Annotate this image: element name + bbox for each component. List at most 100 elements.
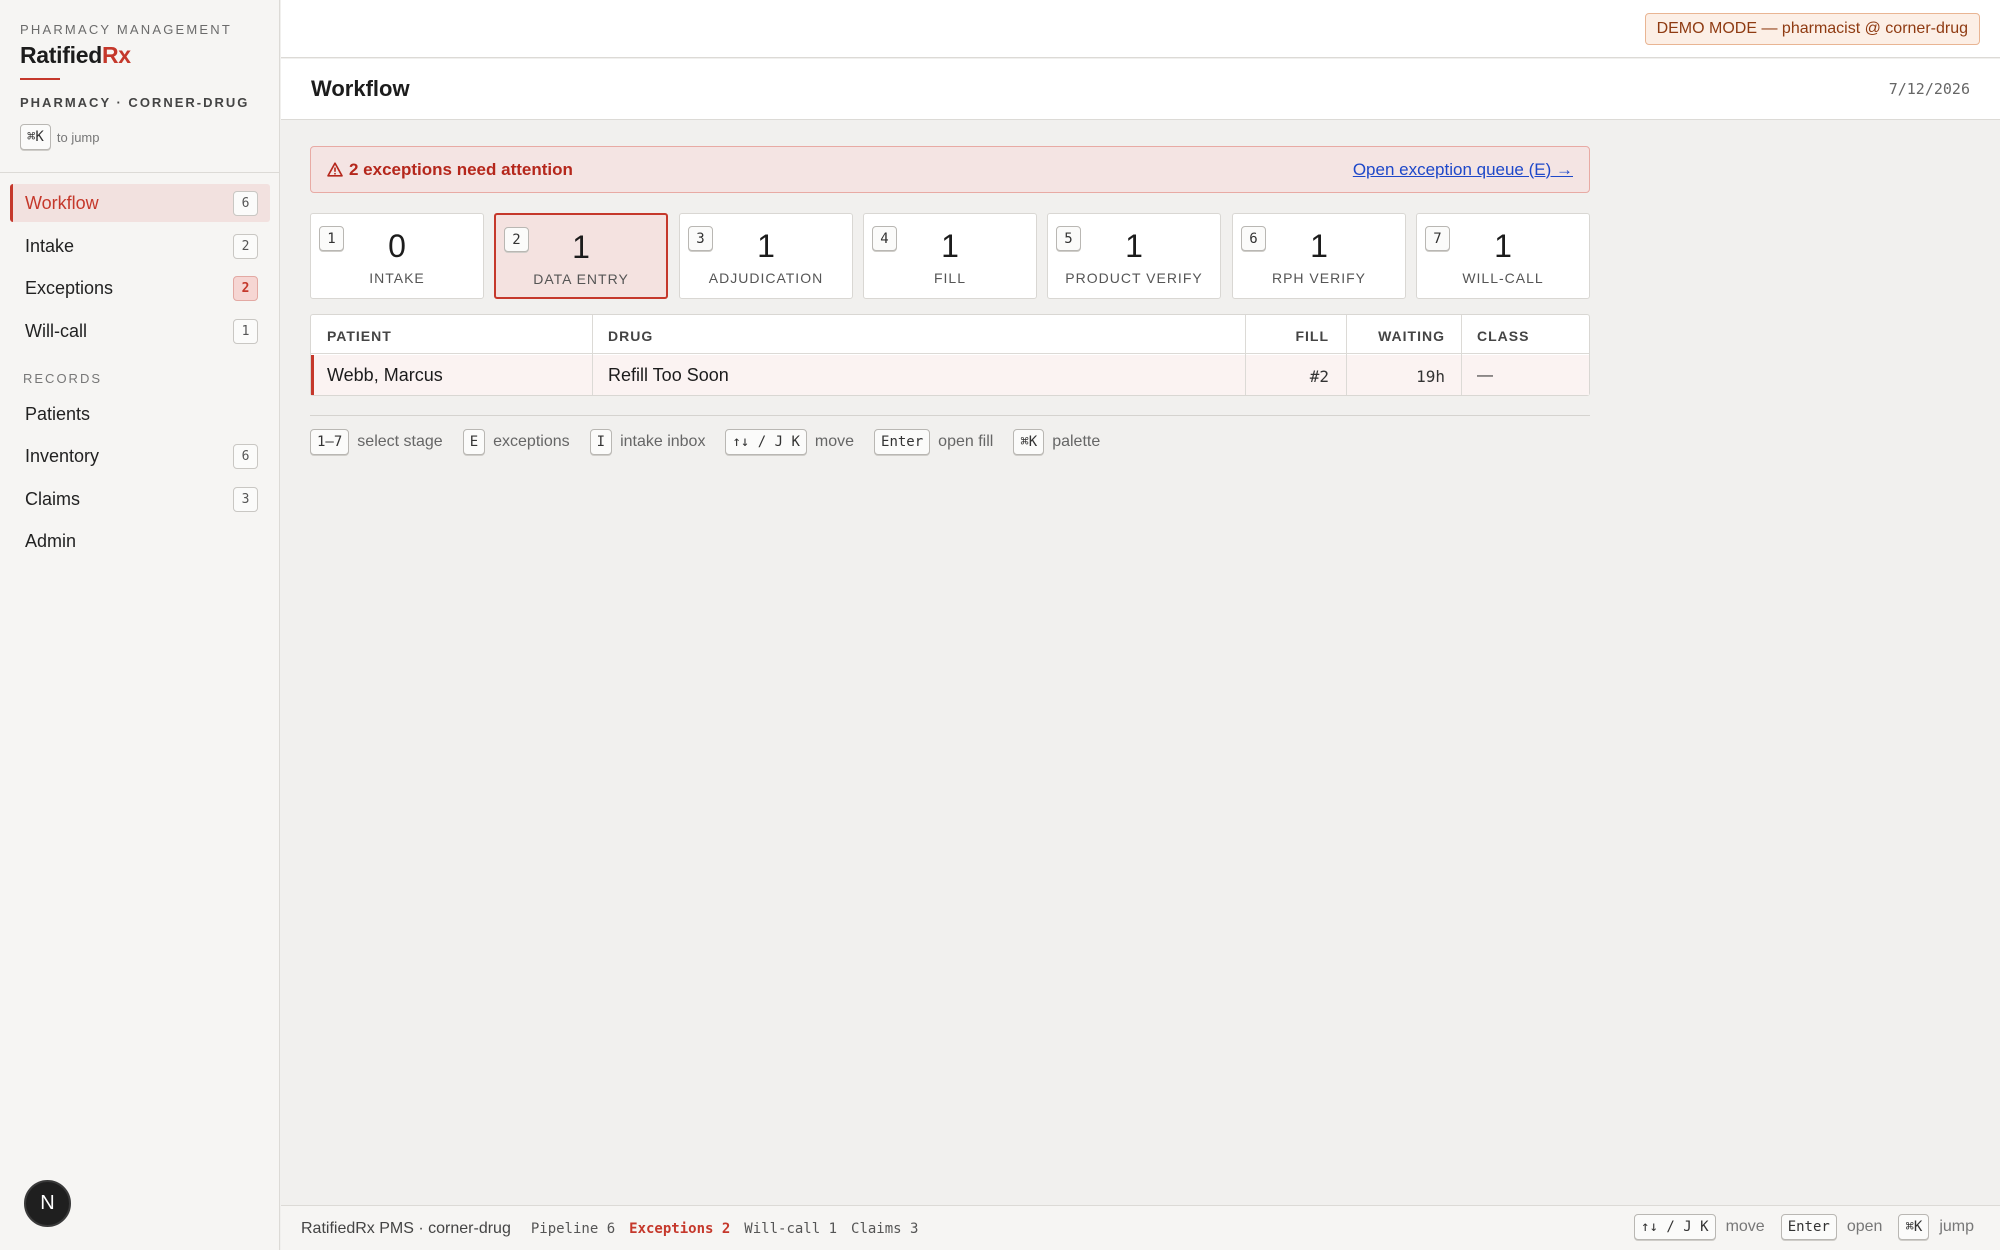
stage-card-product-verify[interactable]: 5 1 PRODUCT VERIFY [1047,213,1221,299]
brand-name-accent: Rx [101,42,131,68]
sidebar-item-claims[interactable]: Claims 3 [10,480,270,518]
page-title: Workflow [311,76,410,101]
sidebar-item-count: 6 [233,190,258,216]
stage-count: 1 [1125,228,1143,264]
stage-count: 1 [1310,228,1328,264]
hint-exceptions: E exceptions [462,429,570,455]
column-divider [1461,315,1462,395]
sidebar-item-will-call[interactable]: Will-call 1 [10,312,270,350]
column-header-patient[interactable]: PATIENT [327,328,392,344]
jump-hint: ⌘K to jump [20,124,100,150]
status-claims[interactable]: Claims 3 [851,1221,918,1237]
sidebar-item-label: Claims [25,488,81,509]
content-divider [310,415,1590,416]
status-hint-text: move [1725,1218,1765,1235]
hint-text: palette [1052,433,1101,450]
status-hint-key: Enter [1780,1214,1837,1240]
status-counters: Pipeline 6 Exceptions 2 Will-call 1 Clai… [531,1221,919,1237]
brand-logo[interactable]: RatifiedRx [20,42,131,69]
jump-hint-text: to jump [56,129,100,145]
status-will-call[interactable]: Will-call 1 [744,1221,837,1237]
sidebar-item-count: 1 [233,318,258,344]
stage-count: 0 [388,228,406,264]
page-date: 7/12/2026 [1888,80,1970,98]
records-section-label: RECORDS [23,371,103,386]
column-header-waiting[interactable]: WAITING [1378,328,1445,344]
stage-card-rph-verify[interactable]: 6 1 RPH VERIFY [1232,213,1406,299]
sidebar-item-count: 6 [233,443,258,469]
status-pipeline[interactable]: Pipeline 6 [531,1221,615,1237]
alert-message: 2 exceptions need attention [349,159,573,179]
hint-select-stage: 1–7 select stage [310,429,443,455]
hint-text: exceptions [493,433,570,450]
column-divider [1346,315,1347,395]
status-exceptions[interactable]: Exceptions 2 [629,1221,730,1237]
hint-text: intake inbox [620,433,706,450]
status-app-name: RatifiedRx PMS · corner-drug [301,1220,511,1237]
sidebar-item-exceptions[interactable]: Exceptions 2 [10,269,270,307]
sidebar-item-workflow[interactable]: Workflow 6 [10,184,270,222]
stage-count: 1 [941,228,959,264]
sidebar-item-admin[interactable]: Admin [10,522,270,560]
column-header-fill[interactable]: FILL [1295,328,1329,344]
status-left: RatifiedRx PMS · corner-drug Pipeline 6 … [301,1220,918,1238]
jump-key[interactable]: ⌘K [20,124,51,150]
stage-label: FILL [933,270,966,286]
status-hints: ↑↓ / J K move Enter open ⌘K jump [1634,1214,1980,1240]
open-exception-queue-link[interactable]: Open exception queue (E) → [1353,160,1573,180]
sidebar-item-count: 3 [233,486,258,512]
brand-divider [20,78,60,80]
sidebar-item-label: Will-call [25,320,87,341]
column-divider [1245,315,1246,395]
hint-text: select stage [357,433,443,450]
sidebar-item-patients[interactable]: Patients [10,395,270,433]
status-bar: RatifiedRx PMS · corner-drug Pipeline 6 … [281,1205,2000,1250]
hint-text: move [814,433,855,450]
demo-mode-badge: DEMO MODE — pharmacist @ corner-drug [1644,13,1980,45]
stage-card-fill[interactable]: 4 1 FILL [863,213,1037,299]
hint-key: 1–7 [310,429,350,455]
user-avatar[interactable]: N [24,1180,71,1227]
hint-key: I [589,429,613,455]
cell-drug: Refill Too Soon [608,365,729,385]
status-hint-key: ⌘K [1898,1214,1930,1240]
stage-count: 1 [572,229,590,265]
column-header-drug[interactable]: DRUG [608,328,653,344]
stage-card-intake[interactable]: 1 0 INTAKE [310,213,484,299]
stage-count: 1 [1494,228,1512,264]
sidebar-item-label: Exceptions [25,277,114,298]
column-header-class[interactable]: CLASS [1477,328,1529,344]
stage-card-will-call[interactable]: 7 1 WILL-CALL [1416,213,1590,299]
sidebar-item-count: 2 [233,233,258,259]
sidebar-item-label: Intake [25,235,75,256]
pipeline-stages: 1 0 INTAKE 2 1 DATA ENTRY 3 1 ADJUDICATI… [310,213,1590,299]
sidebar-item-label: Admin [25,530,77,551]
brand-eyebrow: PHARMACY MANAGEMENT [20,22,233,37]
hint-key: ↑↓ / J K [725,429,807,455]
hint-key: ⌘K [1013,429,1045,455]
stage-label: DATA ENTRY [533,271,629,287]
sidebar-item-inventory[interactable]: Inventory 6 [10,437,270,475]
warning-icon [327,162,343,177]
cell-waiting: 19h [1416,367,1445,386]
hint-key: Enter [874,429,931,455]
queue-table: PATIENT DRUG FILL WAITING CLASS Webb, Ma… [310,314,1590,396]
stage-label: PRODUCT VERIFY [1065,270,1203,286]
sidebar-divider [0,172,279,173]
hint-intake-inbox: I intake inbox [589,429,706,455]
stage-label: INTAKE [369,270,425,286]
page-header: Workflow 7/12/2026 [281,59,2000,120]
stage-card-adjudication[interactable]: 3 1 ADJUDICATION [679,213,853,299]
status-hint-text: open [1846,1218,1883,1235]
sidebar-item-intake[interactable]: Intake 2 [10,227,270,265]
stage-card-data-entry[interactable]: 2 1 DATA ENTRY [494,213,668,299]
sidebar-item-label: Patients [25,403,91,424]
column-divider [592,315,593,395]
table-row[interactable]: Webb, Marcus Refill Too Soon #2 19h — [311,355,1589,395]
sidebar: PHARMACY MANAGEMENT RatifiedRx PHARMACY … [0,0,280,1250]
hint-text: open fill [938,433,994,450]
status-hint-text: jump [1939,1218,1974,1235]
table-header: PATIENT DRUG FILL WAITING CLASS [311,315,1589,354]
keyboard-hints: 1–7 select stage E exceptions I intake i… [310,428,1120,456]
status-hint-key: ↑↓ / J K [1634,1214,1716,1240]
